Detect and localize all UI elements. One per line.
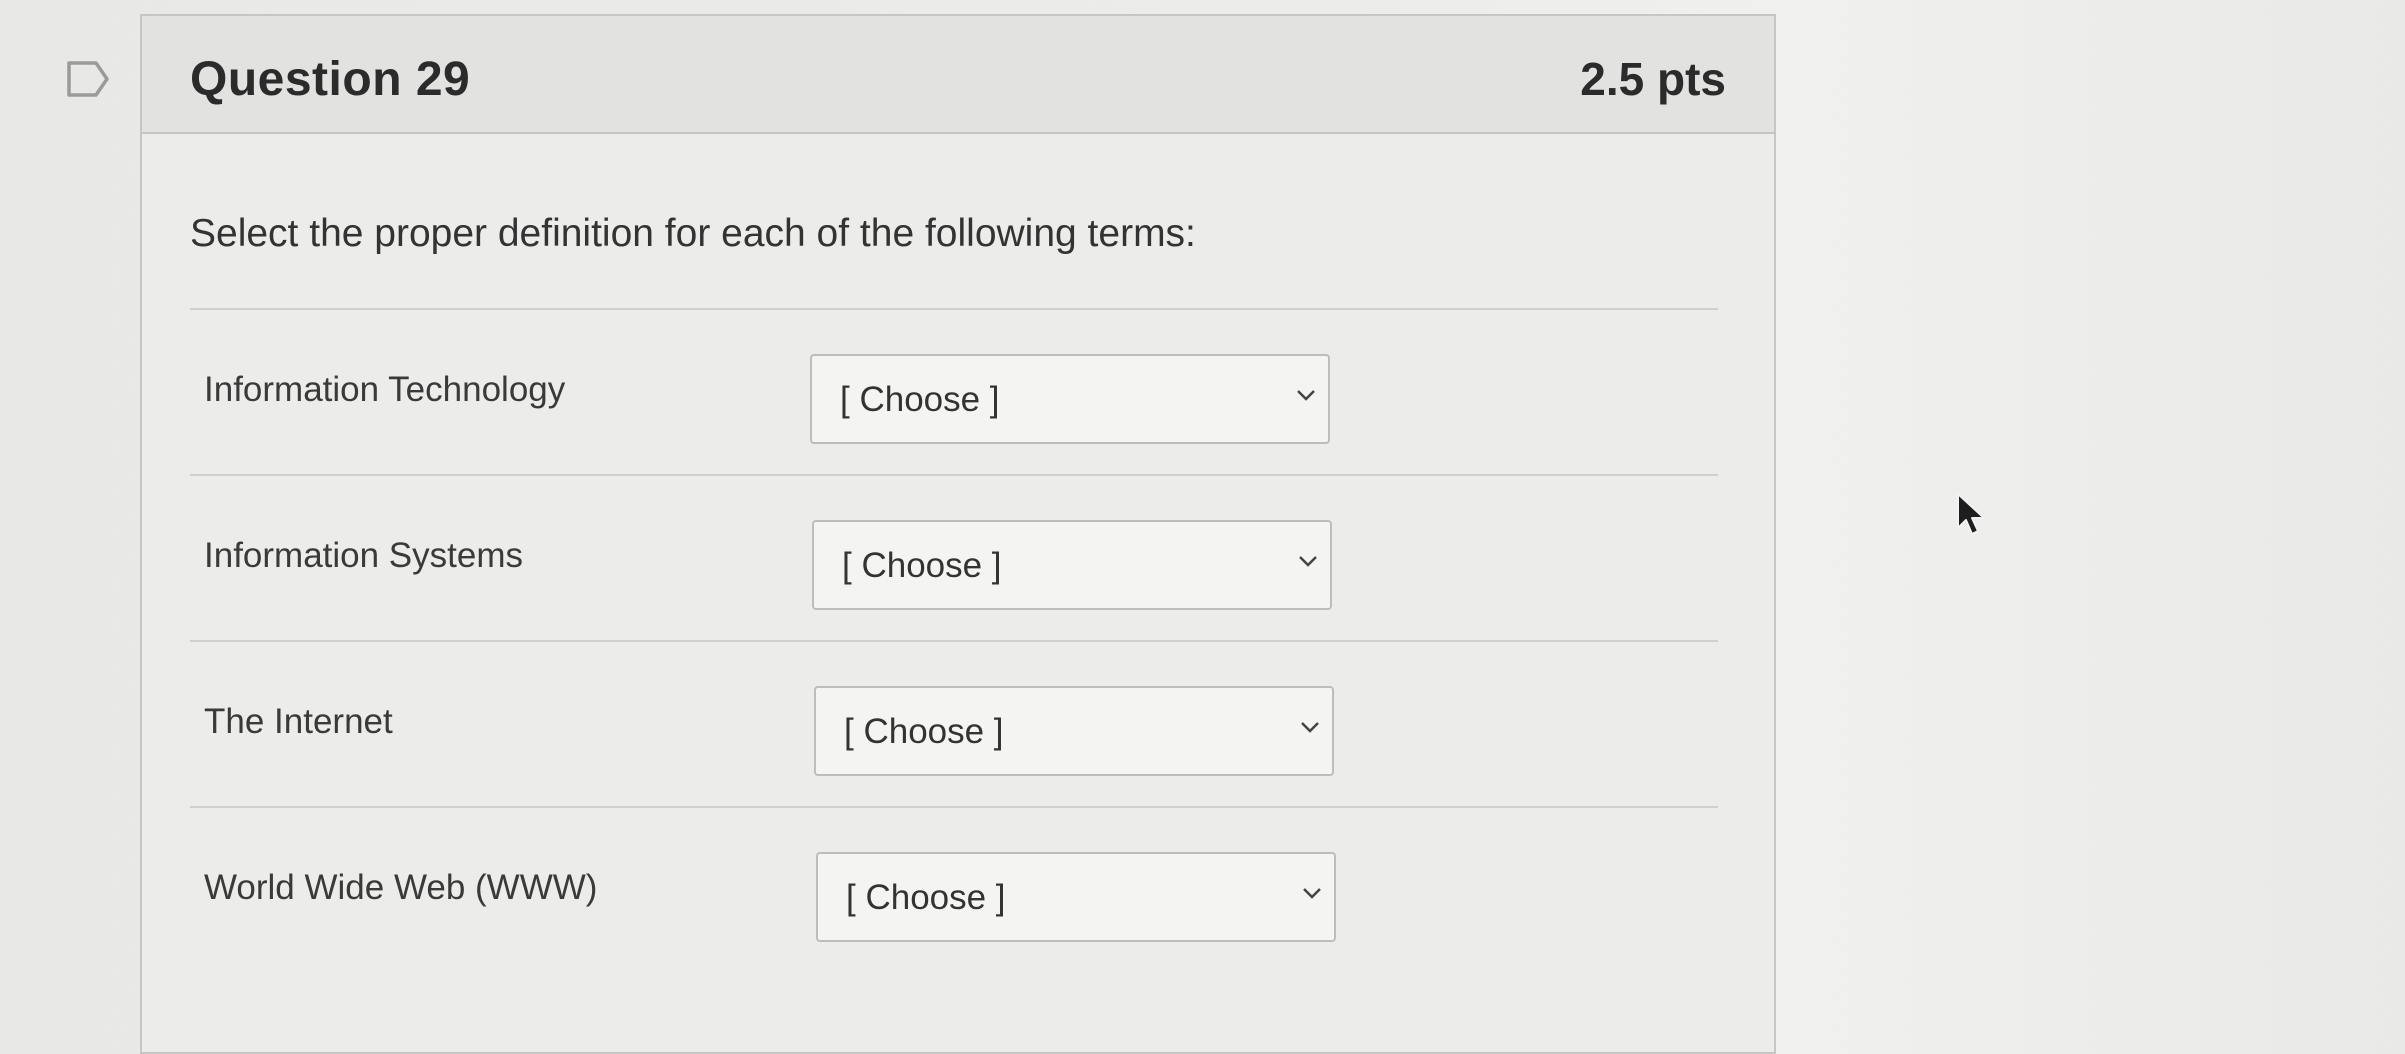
divider — [190, 474, 1718, 476]
question-card: Question 29 2.5 pts Select the proper de… — [140, 14, 1776, 1054]
definition-select-information-systems[interactable]: [ Choose ] — [812, 520, 1332, 610]
term-label-world-wide-web: World Wide Web (WWW) — [204, 868, 598, 907]
divider — [190, 640, 1718, 642]
select-value: [ Choose ] — [840, 380, 1000, 419]
definition-select-world-wide-web[interactable]: [ Choose ] — [816, 852, 1336, 942]
flag-question-icon[interactable] — [66, 60, 110, 98]
question-prompt: Select the proper definition for each of… — [190, 212, 1196, 255]
term-label-information-systems: Information Systems — [204, 536, 523, 575]
chevron-down-icon — [1301, 722, 1319, 733]
definition-select-information-technology[interactable]: [ Choose ] — [810, 354, 1330, 444]
divider — [190, 308, 1718, 310]
term-label-information-technology: Information Technology — [204, 370, 566, 409]
select-value: [ Choose ] — [842, 546, 1002, 585]
definition-select-the-internet[interactable]: [ Choose ] — [814, 686, 1334, 776]
chevron-down-icon — [1297, 390, 1315, 401]
mouse-pointer-icon — [1957, 493, 1985, 535]
chevron-down-icon — [1303, 888, 1321, 899]
question-points: 2.5 pts — [1580, 53, 1726, 105]
term-label-the-internet: The Internet — [204, 702, 393, 741]
chevron-down-icon — [1299, 556, 1317, 567]
question-header: Question 29 2.5 pts — [142, 16, 1774, 134]
question-title: Question 29 — [190, 53, 471, 106]
select-value: [ Choose ] — [846, 878, 1006, 917]
divider — [190, 806, 1718, 808]
select-value: [ Choose ] — [844, 712, 1004, 751]
